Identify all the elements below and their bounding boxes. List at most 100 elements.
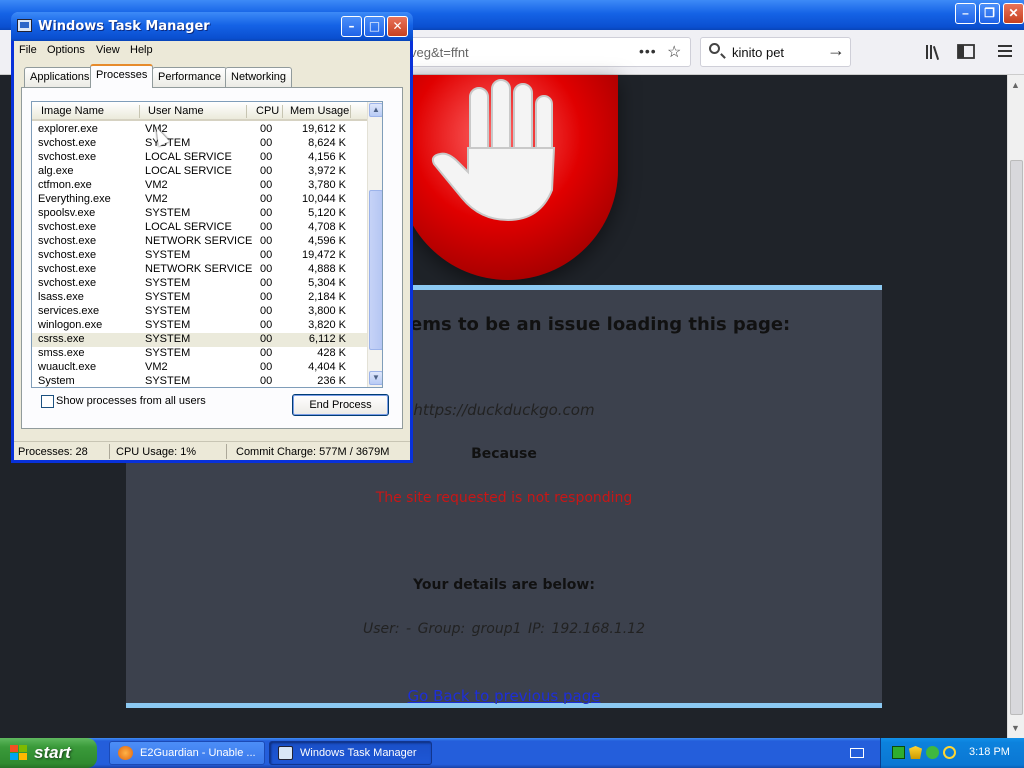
- cell-image-name: explorer.exe: [38, 123, 98, 135]
- table-row[interactable]: lsass.exe SYSTEM 00 2,184 K: [32, 291, 367, 305]
- menu-options[interactable]: Options: [47, 44, 85, 56]
- list-scroll-thumb[interactable]: [369, 190, 382, 350]
- tab-performance[interactable]: Performance: [152, 67, 227, 87]
- column-image-name[interactable]: Image Name: [41, 105, 104, 117]
- list-scroll-down-icon[interactable]: ▼: [369, 371, 382, 385]
- cell-image-name: svchost.exe: [38, 137, 97, 149]
- cell-user-name: LOCAL SERVICE: [145, 151, 232, 163]
- table-row[interactable]: alg.exe LOCAL SERVICE 00 3,972 K: [32, 165, 367, 179]
- process-list-scrollbar[interactable]: ▲ ▼: [367, 102, 382, 387]
- cell-mem-usage: 3,972 K: [308, 165, 346, 177]
- search-input[interactable]: kinito pet: [732, 45, 784, 60]
- taskbar: start E2Guardian - Unable ... Windows Ta…: [0, 738, 1024, 768]
- library-icon[interactable]: [925, 43, 943, 61]
- tab-processes[interactable]: Processes: [90, 64, 154, 88]
- list-scroll-up-icon[interactable]: ▲: [369, 103, 382, 117]
- cell-image-name: svchost.exe: [38, 235, 97, 247]
- tm-close-button[interactable]: ✕: [387, 16, 408, 37]
- security-shield-icon[interactable]: [909, 746, 922, 759]
- task-manager-titlebar[interactable]: Windows Task Manager – □ ✕: [11, 12, 413, 41]
- taskbar-button-firefox[interactable]: E2Guardian - Unable ...: [109, 741, 265, 765]
- cell-mem-usage: 5,304 K: [308, 277, 346, 289]
- table-row[interactable]: svchost.exe SYSTEM 00 5,304 K: [32, 277, 367, 291]
- scroll-up-icon[interactable]: ▲: [1011, 80, 1020, 90]
- green-tray-icon[interactable]: [892, 746, 905, 759]
- cell-image-name: svchost.exe: [38, 151, 97, 163]
- column-mem-usage[interactable]: Mem Usage: [290, 105, 349, 117]
- taskbar-button-label: Windows Task Manager: [300, 747, 417, 759]
- cell-image-name: smss.exe: [38, 347, 85, 359]
- column-user-name[interactable]: User Name: [148, 105, 204, 117]
- details-heading: Your details are below:: [413, 577, 595, 593]
- search-bar[interactable]: kinito pet →: [700, 37, 851, 67]
- table-row[interactable]: spoolsv.exe SYSTEM 00 5,120 K: [32, 207, 367, 221]
- page-scroll-thumb[interactable]: [1010, 160, 1023, 715]
- cell-user-name: SYSTEM: [145, 277, 191, 289]
- cell-image-name: System: [38, 375, 75, 387]
- sidebar-icon[interactable]: [957, 43, 975, 61]
- tab-applications[interactable]: Applications: [24, 67, 96, 87]
- task-manager-app-icon: [17, 19, 32, 32]
- user-details: User: - Group: group1 IP: 192.168.1.12: [362, 621, 645, 637]
- table-row[interactable]: Everything.exe VM2 00 10,044 K: [32, 193, 367, 207]
- table-row[interactable]: svchost.exe NETWORK SERVICE 00 4,596 K: [32, 235, 367, 249]
- cell-mem-usage: 3,780 K: [308, 179, 346, 191]
- cell-cpu: 00: [260, 179, 273, 191]
- cell-cpu: 00: [260, 277, 273, 289]
- page-actions-icon[interactable]: •••: [639, 43, 657, 59]
- page-scrollbar[interactable]: ▲ ▼: [1007, 75, 1024, 738]
- search-tray-icon[interactable]: [943, 746, 956, 759]
- menu-view[interactable]: View: [96, 44, 120, 56]
- table-row[interactable]: svchost.exe LOCAL SERVICE 00 4,708 K: [32, 221, 367, 235]
- firefox-minimize-button[interactable]: –: [955, 3, 976, 24]
- table-row[interactable]: System SYSTEM 00 236 K: [32, 375, 367, 387]
- cell-user-name: VM2: [145, 193, 168, 205]
- table-row[interactable]: services.exe SYSTEM 00 3,800 K: [32, 305, 367, 319]
- tab-networking[interactable]: Networking: [225, 67, 293, 87]
- table-row[interactable]: smss.exe SYSTEM 00 428 K: [32, 347, 367, 361]
- end-process-button[interactable]: End Process: [292, 394, 389, 416]
- network-icon[interactable]: [926, 746, 939, 759]
- cell-cpu: 00: [260, 123, 273, 135]
- firefox-close-button[interactable]: ✕: [1003, 3, 1024, 24]
- table-row[interactable]: winlogon.exe SYSTEM 00 3,820 K: [32, 319, 367, 333]
- table-row[interactable]: svchost.exe SYSTEM 00 8,624 K: [32, 137, 367, 151]
- tm-minimize-button[interactable]: –: [341, 16, 362, 37]
- column-cpu[interactable]: CPU: [256, 105, 279, 117]
- table-row[interactable]: svchost.exe LOCAL SERVICE 00 4,156 K: [32, 151, 367, 165]
- cell-cpu: 00: [260, 249, 273, 261]
- scroll-down-icon[interactable]: ▼: [1011, 723, 1020, 733]
- menu-file[interactable]: File: [19, 44, 37, 56]
- cell-image-name: Everything.exe: [38, 193, 111, 205]
- go-back-link[interactable]: Go Back to previous page: [126, 687, 882, 705]
- tm-maximize-button[interactable]: □: [364, 16, 385, 37]
- menu-bar: File Options View Help: [14, 41, 410, 60]
- search-icon: [709, 43, 720, 54]
- stop-hand-icon: [431, 79, 556, 222]
- cell-mem-usage: 6,112 K: [308, 333, 346, 345]
- cell-mem-usage: 4,404 K: [308, 361, 346, 373]
- checkbox-box[interactable]: [41, 395, 54, 408]
- table-row[interactable]: wuauclt.exe VM2 00 4,404 K: [32, 361, 367, 375]
- cell-mem-usage: 3,800 K: [308, 305, 346, 317]
- table-row[interactable]: explorer.exe VM2 00 19,612 K: [32, 123, 367, 137]
- url-bar[interactable]: veg&t=ffnt ••• ☆: [395, 37, 691, 67]
- keyboard-icon[interactable]: [850, 748, 864, 758]
- process-list[interactable]: Image Name User Name CPU Mem Usage explo…: [31, 101, 383, 388]
- start-button[interactable]: start: [0, 738, 97, 768]
- taskbar-button-task-manager[interactable]: Windows Task Manager: [269, 741, 432, 765]
- menu-help[interactable]: Help: [130, 44, 153, 56]
- cell-cpu: 00: [260, 333, 273, 345]
- firefox-restore-button[interactable]: ❐: [979, 3, 1000, 24]
- cell-mem-usage: 4,888 K: [308, 263, 346, 275]
- cell-mem-usage: 19,472 K: [301, 249, 346, 261]
- cell-cpu: 00: [260, 235, 273, 247]
- table-row[interactable]: svchost.exe NETWORK SERVICE 00 4,888 K: [32, 263, 367, 277]
- cell-user-name: SYSTEM: [145, 207, 191, 219]
- bookmark-star-icon[interactable]: ☆: [667, 42, 681, 62]
- table-row[interactable]: svchost.exe SYSTEM 00 19,472 K: [32, 249, 367, 263]
- table-row[interactable]: ctfmon.exe VM2 00 3,780 K: [32, 179, 367, 193]
- hamburger-menu-icon[interactable]: [997, 43, 1013, 59]
- search-go-arrow-icon[interactable]: →: [827, 40, 845, 61]
- table-row[interactable]: csrss.exe SYSTEM 00 6,112 K: [32, 333, 367, 347]
